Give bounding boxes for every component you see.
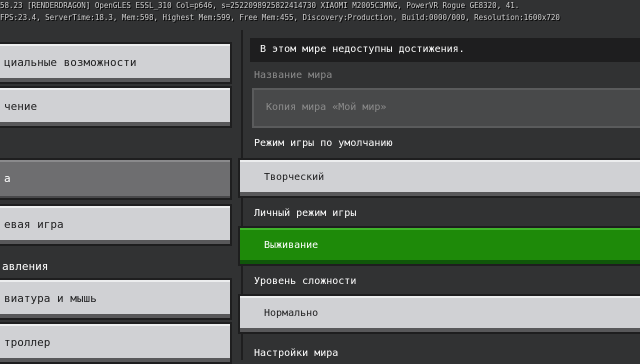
world-name-field[interactable]: Копия мира «Мой мир» [252,88,640,128]
sidebar-item-keyboard[interactable]: виатура и мышь [0,278,232,320]
difficulty-dropdown[interactable]: Нормально [238,294,640,334]
debug-line-1: 58.23 [RENDERDRAGON] OpenGLES ESSL_310 C… [0,1,520,10]
sidebar-item-2[interactable]: чение [0,86,232,128]
sidebar-item-social[interactable]: циальные возможности [0,42,232,84]
sidebar-item-controller[interactable]: троллер [0,322,232,364]
settings-sidebar: циальные возможности чение а евая игра а… [0,30,236,364]
sidebar-item-selected[interactable]: а [0,158,232,200]
debug-overlay: 58.23 [RENDERDRAGON] OpenGLES ESSL_310 C… [0,0,640,26]
world-settings-panel: В этом мире недоступны достижения. Назва… [238,30,640,360]
sidebar-item-multiplayer[interactable]: евая игра [0,204,232,246]
world-settings-label: Настройки мира [254,348,339,359]
debug-line-2: FPS:23.4, ServerTime:18.3, Mem:598, High… [0,13,560,22]
difficulty-label: Уровень сложности [254,276,357,287]
default-mode-dropdown[interactable]: Творческий [238,158,640,198]
achievements-notice: В этом мире недоступны достижения. [250,38,640,62]
personal-mode-dropdown[interactable]: Выживание [238,226,640,266]
personal-mode-label: Личный режим игры [254,208,357,219]
default-mode-label: Режим игры по умолчанию [254,138,393,149]
world-name-label: Название мира [254,70,333,81]
sidebar-section-controls: авления [2,260,49,273]
